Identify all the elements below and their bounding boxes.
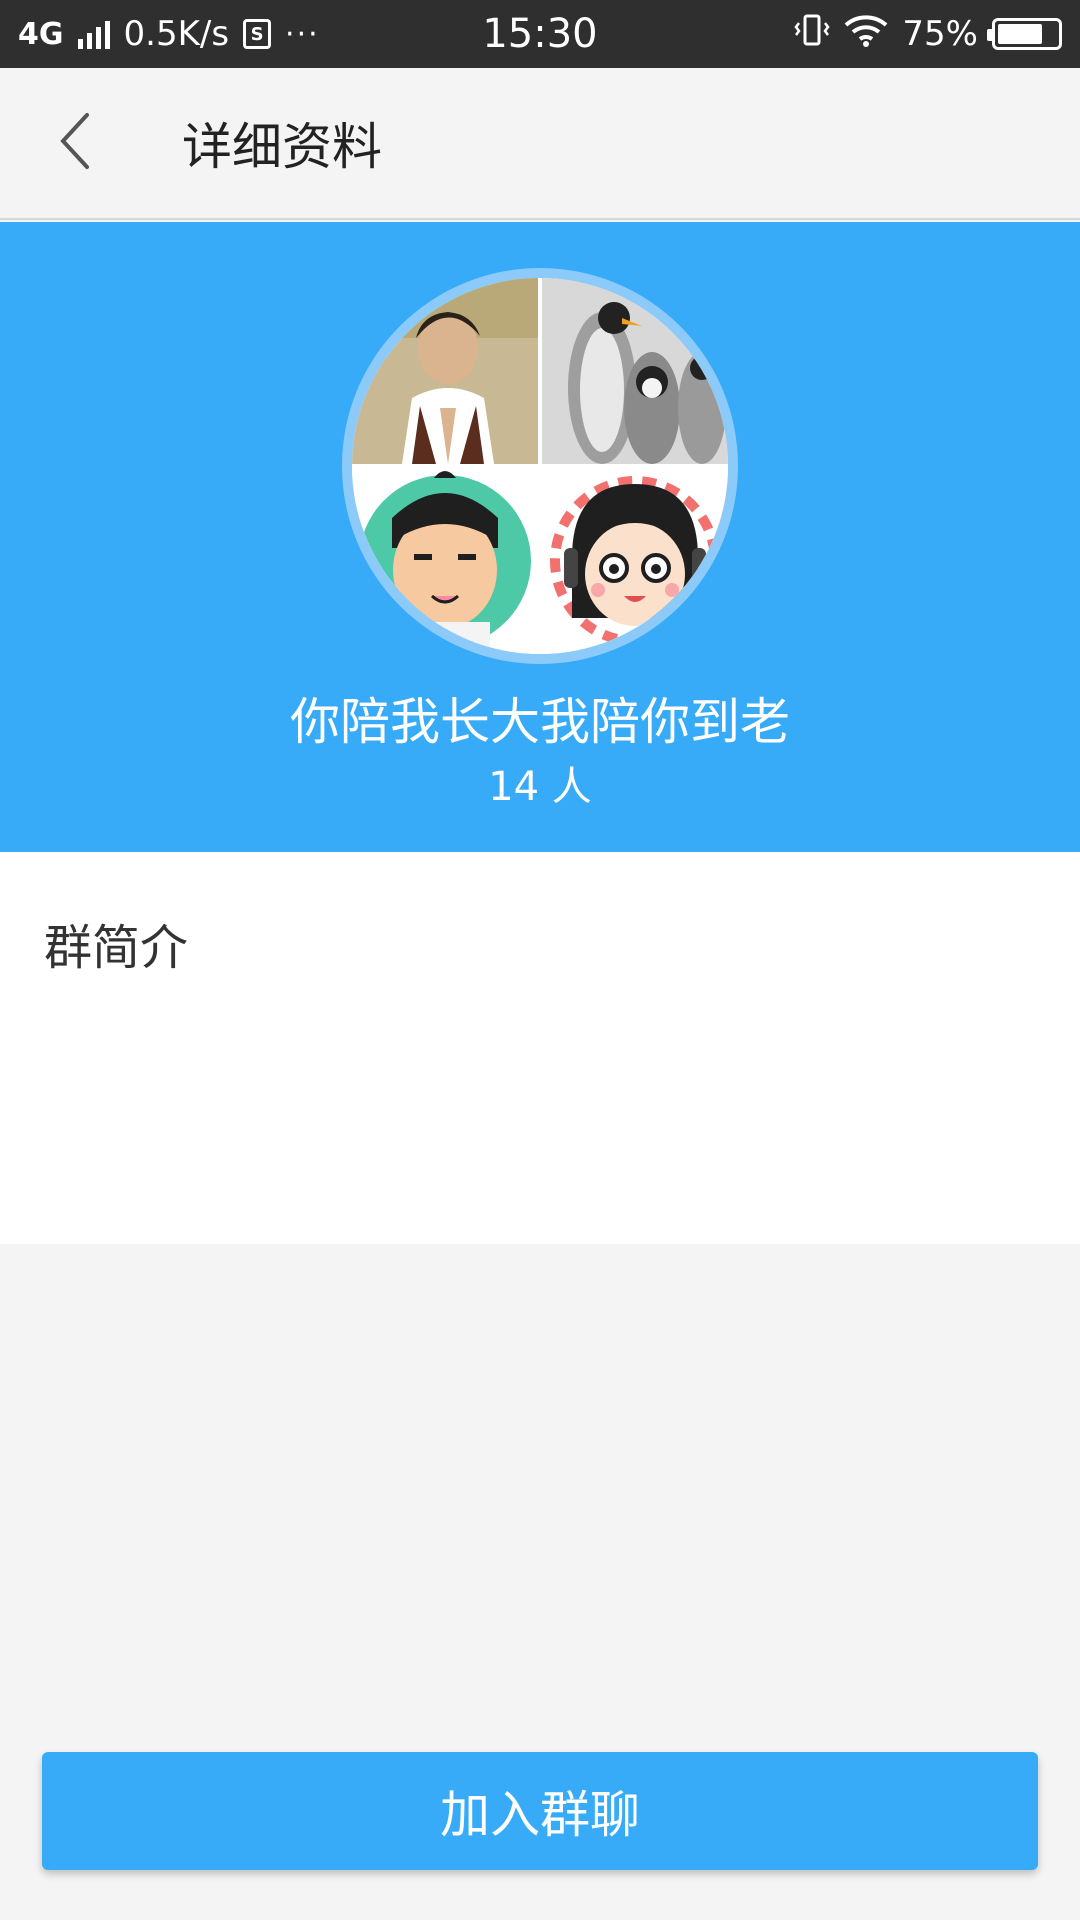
group-banner: 你陪我长大我陪你到老 14 人 (0, 222, 1080, 852)
network-type: 4G (18, 16, 64, 52)
chevron-left-icon (55, 111, 95, 175)
more-notifications-icon: ··· (285, 16, 320, 52)
header-bar: 详细资料 (0, 68, 1080, 220)
status-time: 15:30 (482, 11, 598, 57)
wifi-icon (844, 13, 888, 56)
battery-icon (987, 18, 1062, 50)
status-left: 4G 0.5K/s S ··· (18, 14, 320, 54)
avatar-tile-cartoon-boy (352, 468, 538, 654)
sim-icon: S (243, 19, 272, 49)
group-avatar[interactable] (352, 278, 728, 654)
avatar-tile-penguins (542, 278, 728, 464)
join-group-button[interactable]: 加入群聊 (42, 1752, 1038, 1870)
avatar-tile-cartoon-girl (542, 468, 728, 654)
status-bar: 4G 0.5K/s S ··· 15:30 75% (0, 0, 1080, 68)
avatar-tile-member-photo (352, 278, 538, 464)
back-button[interactable] (0, 67, 150, 219)
battery-fill (998, 24, 1042, 44)
group-avatar-ring (342, 268, 738, 664)
group-intro-label: 群简介 (44, 920, 189, 976)
app-screen: 4G 0.5K/s S ··· 15:30 75% 详细资料 你陪我长大我陪你到… (0, 0, 1080, 1920)
member-count[interactable]: 14 人 (0, 754, 1080, 812)
network-speed: 0.5K/s (123, 14, 230, 54)
signal-icon (77, 19, 110, 49)
group-intro-section: 群简介 (0, 852, 1080, 1244)
status-right: 75% (794, 13, 1062, 56)
battery-percent: 75% (902, 14, 978, 54)
group-name: 你陪我长大我陪你到老 (290, 693, 790, 751)
page-title: 详细资料 (182, 118, 382, 176)
vibrate-icon (794, 13, 830, 56)
